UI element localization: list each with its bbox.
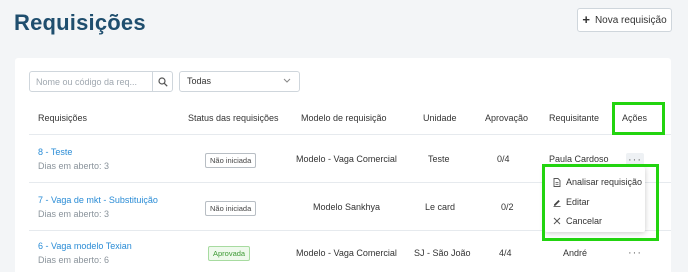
menu-item-cancel[interactable]: Cancelar — [553, 216, 602, 226]
requisition-approval: 4/4 — [499, 248, 512, 258]
column-header-status: Status das requisições — [188, 113, 279, 123]
search-button[interactable] — [152, 71, 173, 92]
requisition-unit: Teste — [428, 154, 450, 164]
requisition-unit: SJ - São João — [414, 248, 471, 258]
chevron-down-icon — [283, 78, 291, 83]
requisition-title-link[interactable]: 6 - Vaga modelo Texian — [38, 241, 132, 251]
pencil-icon — [553, 199, 561, 207]
requisition-title-link[interactable]: 8 - Teste — [38, 147, 72, 157]
close-icon — [553, 217, 561, 225]
column-header-unit: Unidade — [423, 113, 457, 123]
row-actions-button[interactable]: ··· — [626, 153, 644, 167]
status-badge: Não iniciada — [205, 153, 257, 168]
requisition-approval: 0/2 — [501, 202, 514, 212]
search-icon — [157, 76, 168, 87]
column-header-actions: Ações — [622, 113, 648, 123]
column-header-requester: Requisitante — [549, 113, 600, 123]
status-badge: Aprovada — [208, 246, 251, 261]
column-header-requisitions: Requisições — [38, 113, 88, 123]
plus-icon: + — [582, 12, 590, 27]
requisition-requester: André — [563, 248, 588, 258]
row-actions-menu: Analisar requisição Editar Cancelar — [545, 167, 645, 232]
status-badge: Não iniciada — [205, 201, 257, 216]
requisition-unit: Le card — [425, 202, 456, 212]
menu-item-label: Editar — [566, 197, 590, 207]
requisition-title-link[interactable]: 7 - Vaga de mkt - Substituição — [38, 195, 158, 205]
requisition-model: Modelo - Vaga Comercial — [296, 248, 397, 258]
requisition-model: Modelo Sankhya — [313, 202, 381, 212]
column-header-approval: Aprovação — [485, 113, 529, 123]
requisition-open-days: Dias em aberto: 6 — [38, 255, 110, 265]
status-filter-value: Todas — [187, 76, 212, 86]
document-icon — [553, 177, 561, 187]
requisition-requester: Paula Cardoso — [549, 154, 609, 164]
requisition-model: Modelo - Vaga Comercial — [296, 154, 397, 164]
status-filter-select[interactable]: Todas — [179, 71, 300, 92]
menu-item-analyze[interactable]: Analisar requisição — [553, 177, 642, 187]
search-input[interactable] — [29, 71, 153, 92]
row-actions-button[interactable]: ··· — [628, 248, 642, 259]
requisition-open-days: Dias em aberto: 3 — [38, 161, 110, 171]
new-requisition-label: Nova requisição — [594, 14, 667, 26]
header-divider — [29, 134, 671, 135]
requisition-open-days: Dias em aberto: 3 — [38, 209, 110, 219]
page-title: Requisições — [14, 10, 146, 35]
column-header-model: Modelo de requisição — [301, 113, 387, 123]
requisition-approval: 0/4 — [497, 154, 510, 164]
new-requisition-button[interactable]: + Nova requisição — [577, 8, 672, 32]
menu-item-label: Cancelar — [566, 216, 603, 226]
menu-item-edit[interactable]: Editar — [553, 197, 590, 207]
menu-item-label: Analisar requisição — [566, 177, 643, 187]
